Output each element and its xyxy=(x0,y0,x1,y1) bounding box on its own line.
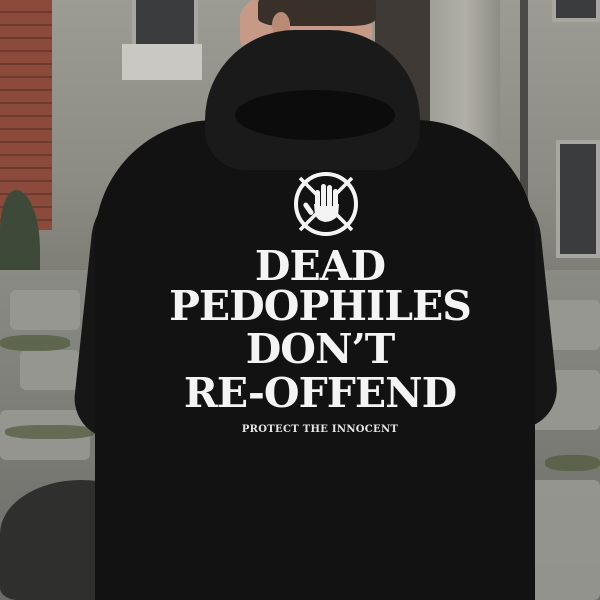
building-window xyxy=(556,140,600,258)
print-tagline: PROTECT THE INNOCENT xyxy=(241,424,399,435)
building-window xyxy=(132,0,198,48)
hood-fold xyxy=(235,90,395,140)
moss-patch xyxy=(545,455,600,471)
wall-sign xyxy=(122,44,202,80)
pavement-slab xyxy=(20,350,80,390)
print-line-4: RE-OFFEND xyxy=(183,369,457,417)
building-window xyxy=(552,0,600,22)
print-line-1: DEAD xyxy=(254,242,386,290)
print-line-2: PEDOPHILES xyxy=(169,282,472,330)
photo-scene: DEAD PEDOPHILES DON’T RE-OFFEND PROTECT … xyxy=(0,0,600,600)
crossed-hand-circle-icon xyxy=(294,172,358,236)
print-line-3: DON’T xyxy=(245,325,396,373)
pavement-slab xyxy=(10,290,80,330)
moss-patch xyxy=(5,425,95,439)
moss-patch xyxy=(0,335,70,351)
